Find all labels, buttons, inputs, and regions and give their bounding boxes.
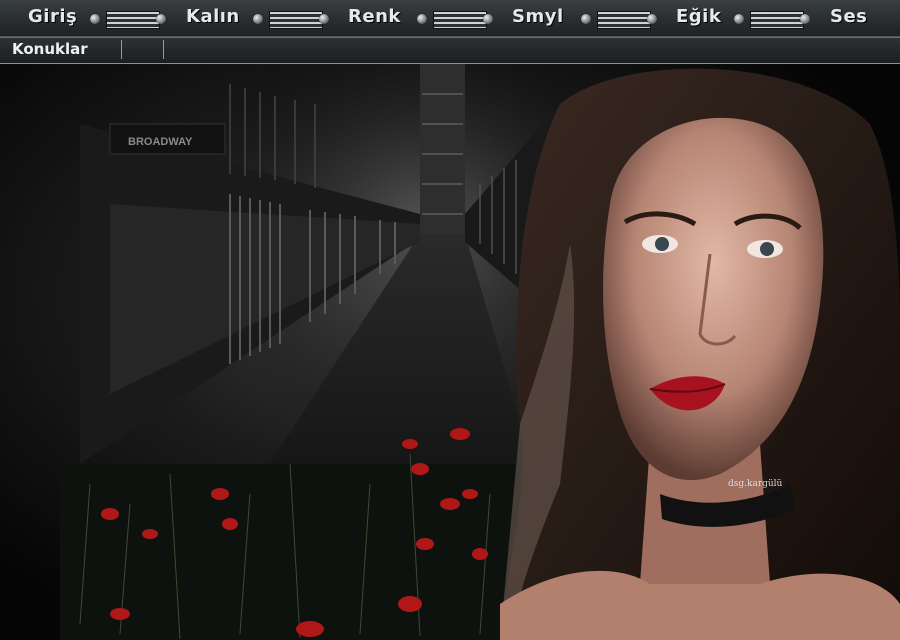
- menu-separator: [734, 10, 824, 30]
- menu-separator: [253, 10, 343, 30]
- knob-icon: [647, 14, 657, 24]
- knob-icon: [156, 14, 166, 24]
- grip-lines-icon: [750, 11, 804, 29]
- menu-egik[interactable]: Eğik: [676, 6, 721, 27]
- knob-icon: [483, 14, 493, 24]
- menu-renk[interactable]: Renk: [348, 6, 401, 27]
- grip-lines-icon: [433, 11, 487, 29]
- knob-icon: [417, 14, 427, 24]
- grip-lines-icon: [106, 11, 160, 29]
- woman-portrait-image: dsg.kargülü: [500, 68, 900, 640]
- tab-konuklar[interactable]: Konuklar: [4, 40, 122, 59]
- knob-icon: [581, 14, 591, 24]
- poppy-field-image: [60, 428, 520, 640]
- grip-lines-icon: [269, 11, 323, 29]
- knob-icon: [319, 14, 329, 24]
- menu-giris[interactable]: Giriş: [28, 6, 77, 27]
- knob-icon: [253, 14, 263, 24]
- menu-ses[interactable]: Ses: [830, 6, 867, 27]
- menu-smyl[interactable]: Smyl: [512, 6, 564, 27]
- top-menu-bar: Giriş Kalın Renk Smyl Eğik Ses: [0, 0, 900, 37]
- tab-empty[interactable]: [124, 40, 164, 59]
- grip-lines-icon: [597, 11, 651, 29]
- knob-icon: [90, 14, 100, 24]
- corridor-sign: BROADWAY: [128, 136, 193, 148]
- knob-icon: [800, 14, 810, 24]
- background-scene: BROADWAY dsg.kargülü: [0, 64, 900, 640]
- menu-separator: [581, 10, 671, 30]
- guests-bar: Konuklar: [0, 37, 900, 65]
- menu-separator: [90, 10, 180, 30]
- menu-separator: [417, 10, 507, 30]
- choker-watermark: dsg.kargülü: [728, 479, 783, 489]
- knob-icon: [734, 14, 744, 24]
- menu-kalin[interactable]: Kalın: [186, 6, 240, 27]
